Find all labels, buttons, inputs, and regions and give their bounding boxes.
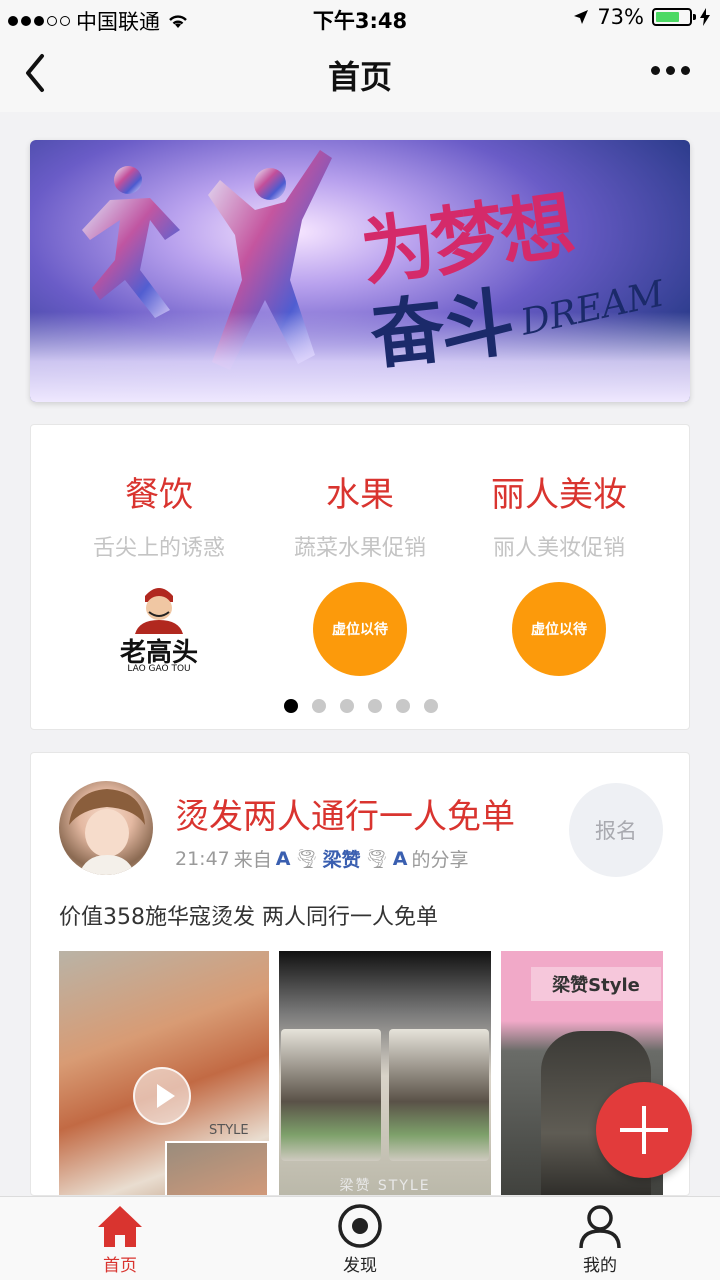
post-time: 21:47	[175, 847, 230, 870]
page-dot[interactable]	[424, 699, 438, 713]
category-beauty[interactable]: 丽人美妆 丽人美妆促销 虚位以待	[449, 467, 669, 676]
status-bar: 中国联通 下午3:48 73%	[0, 0, 720, 36]
status-right: 73%	[573, 5, 710, 29]
page-dot[interactable]	[284, 699, 298, 713]
charging-icon	[700, 8, 710, 26]
category-food[interactable]: 餐饮 舌尖上的诱惑 老高头 LAO GAO TOU	[49, 467, 269, 676]
tab-discover[interactable]: 发现	[300, 1203, 420, 1276]
category-carousel[interactable]: 餐饮 舌尖上的诱惑 老高头 LAO GAO TOU 水果 蔬菜水果促销 虚位以待…	[30, 424, 690, 730]
tab-home[interactable]: 首页	[60, 1203, 180, 1276]
tab-label: 我的	[583, 1256, 617, 1276]
post-user-a[interactable]: A	[276, 848, 291, 870]
hair-photo-left	[281, 1029, 381, 1161]
post-photo-1[interactable]: STYLE	[59, 951, 269, 1195]
vacancy-badge[interactable]: 虚位以待	[313, 582, 407, 676]
post-description: 价值358施华寇烫发 两人同行一人免单	[59, 905, 438, 930]
avatar[interactable]	[59, 781, 153, 875]
photo-thumbnail	[165, 1141, 269, 1195]
tab-label: 首页	[103, 1256, 137, 1276]
photo-label: 梁赞 STYLE	[339, 1178, 431, 1194]
category-title: 餐饮	[125, 475, 193, 515]
join-button[interactable]: 报名	[569, 783, 663, 877]
banner-headline-2: 奋斗	[366, 279, 515, 381]
battery-percent: 73%	[597, 5, 644, 29]
add-button[interactable]	[596, 1082, 692, 1178]
tornado-icon: 🌪	[294, 848, 319, 870]
location-arrow-icon	[574, 10, 589, 24]
page-dot[interactable]	[368, 699, 382, 713]
tab-label: 发现	[343, 1256, 377, 1276]
home-icon	[98, 1206, 142, 1247]
category-title: 水果	[326, 475, 394, 515]
discover-icon	[338, 1204, 382, 1248]
post-photo-2[interactable]: 梁赞 STYLE	[279, 951, 491, 1195]
category-title: 丽人美妆	[491, 475, 627, 515]
promo-banner[interactable]: 为梦想 奋斗 DREAM	[30, 140, 690, 402]
battery-fill	[656, 12, 680, 22]
category-subtitle: 舌尖上的诱惑	[92, 536, 225, 561]
page-title: 首页	[327, 58, 392, 96]
chef-portrait-icon	[135, 588, 183, 634]
post-share-suffix: 的分享	[411, 849, 469, 871]
page-dot[interactable]	[312, 699, 326, 713]
vacancy-badge[interactable]: 虚位以待	[512, 582, 606, 676]
nav-bar: 首页	[0, 36, 720, 112]
more-dots-icon[interactable]	[651, 66, 690, 75]
profile-icon	[579, 1205, 621, 1249]
tab-profile[interactable]: 我的	[540, 1203, 660, 1276]
page-dot[interactable]	[340, 699, 354, 713]
page-indicator[interactable]	[31, 699, 691, 713]
photo-watermark: STYLE	[209, 1123, 249, 1138]
post-meta: 21:47 来自 A 🌪 梁赞 🌪 A 的分享	[175, 845, 469, 872]
post-username[interactable]: 梁赞	[323, 845, 361, 872]
page-dot[interactable]	[396, 699, 410, 713]
brand-logo[interactable]: 老高头 LAO GAO TOU	[99, 582, 219, 676]
category-subtitle: 蔬菜水果促销	[293, 536, 426, 561]
post-card[interactable]: 烫发两人通行一人免单 21:47 来自 A 🌪 梁赞 🌪 A 的分享 报名 价值…	[30, 752, 690, 1196]
brand-subtitle: LAO GAO TOU	[127, 664, 191, 674]
category-fruit[interactable]: 水果 蔬菜水果促销 虚位以待	[250, 467, 470, 676]
hair-photo-right	[389, 1029, 489, 1161]
category-subtitle: 丽人美妆促销	[492, 536, 625, 561]
play-icon[interactable]	[133, 1067, 191, 1125]
photo-label: 梁赞Style	[531, 967, 661, 1001]
tornado-icon-2: 🌪	[364, 848, 389, 870]
tab-bar: 首页 发现 我的	[0, 1196, 720, 1280]
battery-icon	[652, 8, 696, 26]
post-user-b[interactable]: A	[393, 848, 408, 870]
post-from-prefix: 来自	[233, 849, 272, 871]
post-title[interactable]: 烫发两人通行一人免单	[175, 789, 515, 838]
avatar-portrait	[69, 789, 145, 875]
